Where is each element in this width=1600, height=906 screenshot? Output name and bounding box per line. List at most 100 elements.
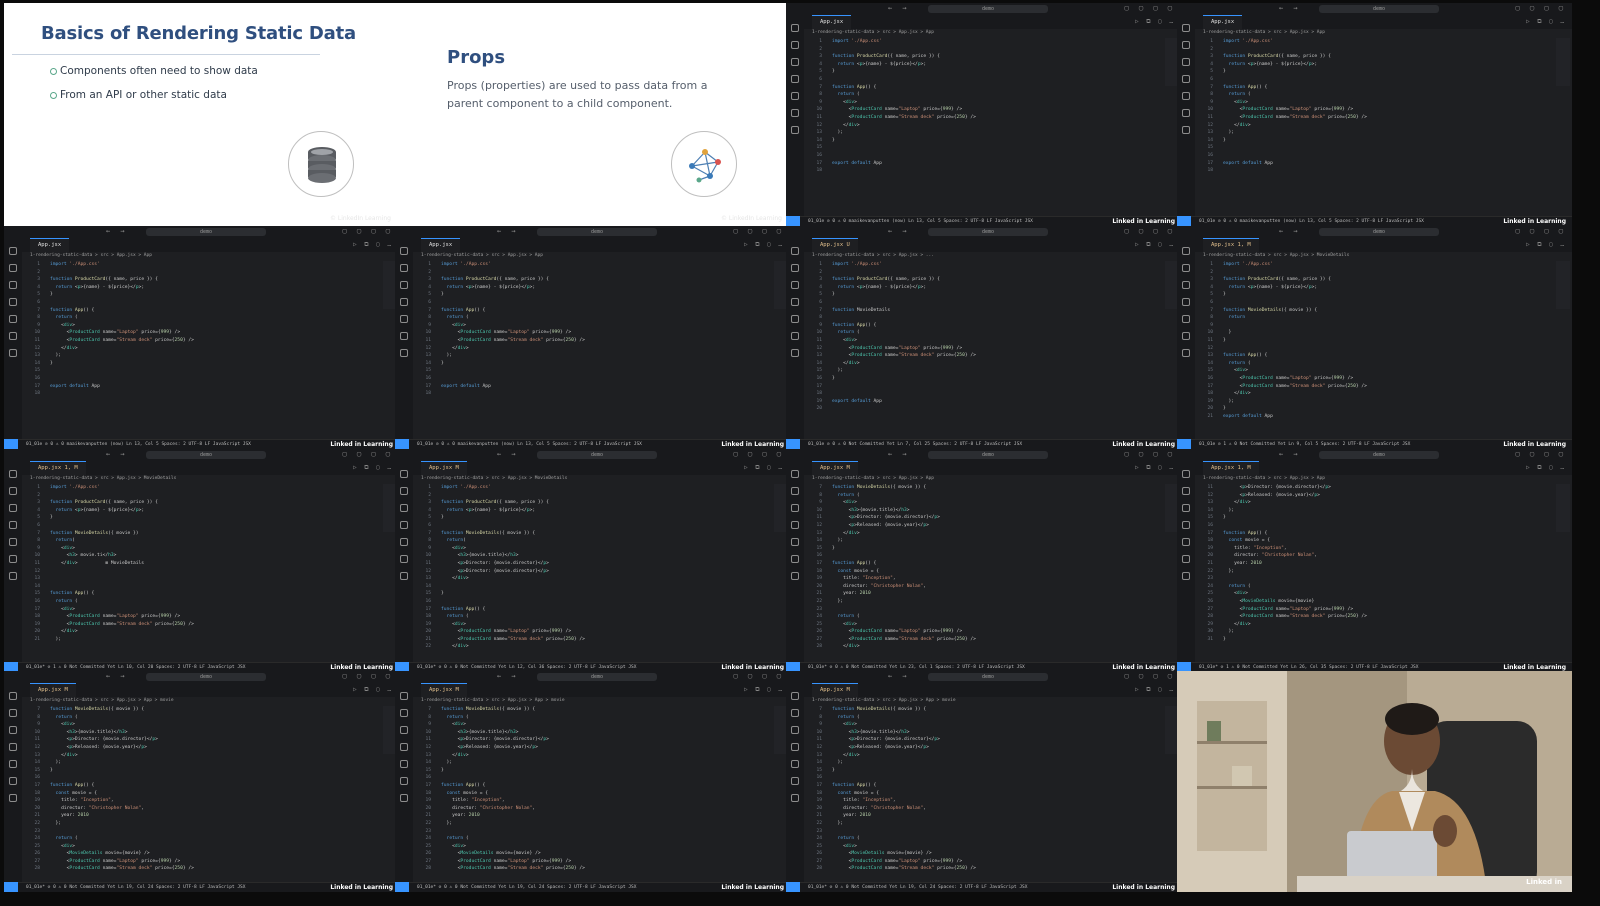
code-area[interactable]: 1 import './App.css' 2 3 function ProductCar… xyxy=(22,261,391,439)
breadcrumb[interactable]: 1-rendering-static-data > src > App.jsx … xyxy=(421,253,543,258)
source-control-icon[interactable] xyxy=(9,504,17,512)
editor-actions[interactable]: ▷ ⧉ ▢ … xyxy=(353,241,393,249)
nav-arrows[interactable]: ← → xyxy=(888,4,910,12)
extensions-icon[interactable] xyxy=(400,760,408,768)
remote-icon[interactable] xyxy=(1182,332,1190,340)
code-area[interactable]: 1 import './App.css' 2 3 function ProductCar… xyxy=(1195,38,1564,216)
layout-buttons[interactable]: ▢ ▢ ▢ ▢ xyxy=(1515,227,1566,235)
breadcrumb[interactable]: 1-rendering-static-data > src > App.jsx … xyxy=(421,476,567,481)
search-icon[interactable] xyxy=(9,487,17,495)
editor-actions[interactable]: ▷ ⧉ ▢ … xyxy=(744,464,784,472)
run-debug-icon[interactable] xyxy=(400,521,408,529)
breadcrumb[interactable]: 1-rendering-static-data > src > App.jsx … xyxy=(812,30,934,35)
code-area[interactable]: 1 import './App.css' 2 3 function ProductCar… xyxy=(413,261,782,439)
code-editor-window[interactable]: ← → demo ▢ ▢ ▢ ▢ App.jsx M ▷ ⧉ ▢ … 1-renderin… xyxy=(786,671,1181,892)
run-debug-icon[interactable] xyxy=(1182,521,1190,529)
editor-actions[interactable]: ▷ ⧉ ▢ … xyxy=(744,686,784,694)
copilot-icon[interactable] xyxy=(1182,349,1190,357)
code-area[interactable]: 7 function MovieDetails({ movie }) {8 ret… xyxy=(22,706,391,882)
explorer-icon[interactable] xyxy=(400,692,408,700)
run-debug-icon[interactable] xyxy=(791,298,799,306)
source-control-icon[interactable] xyxy=(791,281,799,289)
source-control-icon[interactable] xyxy=(9,726,17,734)
editor-tab[interactable]: App.jsx xyxy=(421,238,461,252)
explorer-icon[interactable] xyxy=(9,247,17,255)
breadcrumb[interactable]: 1-rendering-static-data > src > App.jsx … xyxy=(30,476,176,481)
nav-arrows[interactable]: ← → xyxy=(1279,227,1301,235)
explorer-icon[interactable] xyxy=(1182,470,1190,478)
explorer-icon[interactable] xyxy=(1182,24,1190,32)
editor-actions[interactable]: ▷ ⧉ ▢ … xyxy=(1526,464,1566,472)
editor-actions[interactable]: ▷ ⧉ ▢ … xyxy=(353,464,393,472)
source-control-icon[interactable] xyxy=(400,504,408,512)
extensions-icon[interactable] xyxy=(791,92,799,100)
nav-arrows[interactable]: ← → xyxy=(497,450,519,458)
code-area[interactable]: 7 function MovieDetails({ movie }) {8 ret… xyxy=(804,706,1173,882)
editor-actions[interactable]: ▷ ⧉ ▢ … xyxy=(1526,241,1566,249)
code-editor-window[interactable]: ← → demo ▢ ▢ ▢ ▢ App.jsx M ▷ ⧉ ▢ … 1-renderin… xyxy=(4,671,399,892)
command-search-input[interactable]: demo xyxy=(146,673,266,681)
code-editor-window[interactable]: ← → demo ▢ ▢ ▢ ▢ App.jsx M ▷ ⧉ ▢ … 1-renderin… xyxy=(786,449,1181,672)
minimap[interactable] xyxy=(1556,261,1570,309)
remote-icon[interactable] xyxy=(400,332,408,340)
remote-icon[interactable] xyxy=(9,555,17,563)
breadcrumb[interactable]: 1-rendering-static-data > src > App.jsx … xyxy=(812,698,956,703)
editor-tab[interactable]: App.jsx xyxy=(30,238,70,252)
nav-arrows[interactable]: ← → xyxy=(1279,4,1301,12)
code-area[interactable]: 7 function MovieDetails({ movie }) {8 ret… xyxy=(413,706,782,882)
breadcrumb[interactable]: 1-rendering-static-data > src > App.jsx … xyxy=(1203,476,1325,481)
source-control-icon[interactable] xyxy=(791,726,799,734)
breadcrumb[interactable]: 1-rendering-static-data > src > App.jsx … xyxy=(812,476,934,481)
code-area[interactable]: 1 import './App.css' 2 3 function ProductCar… xyxy=(804,261,1173,439)
copilot-icon[interactable] xyxy=(400,794,408,802)
command-search-input[interactable]: demo xyxy=(928,451,1048,459)
nav-arrows[interactable]: ← → xyxy=(106,450,128,458)
search-icon[interactable] xyxy=(791,264,799,272)
remote-indicator[interactable] xyxy=(786,216,800,226)
editor-actions[interactable]: ▷ ⧉ ▢ … xyxy=(1526,18,1566,26)
source-control-icon[interactable] xyxy=(1182,281,1190,289)
nav-arrows[interactable]: ← → xyxy=(888,227,910,235)
extensions-icon[interactable] xyxy=(791,315,799,323)
code-editor-window[interactable]: ← → demo ▢ ▢ ▢ ▢ App.jsx ▷ ⧉ ▢ … 1-rendering-… xyxy=(1177,3,1572,226)
command-search-input[interactable]: demo xyxy=(1319,451,1439,459)
editor-actions[interactable]: ▷ ⧉ ▢ … xyxy=(353,686,393,694)
layout-buttons[interactable]: ▢ ▢ ▢ ▢ xyxy=(1124,4,1175,12)
editor-tab[interactable]: App.jsx M xyxy=(421,683,467,697)
explorer-icon[interactable] xyxy=(791,247,799,255)
search-icon[interactable] xyxy=(791,709,799,717)
explorer-icon[interactable] xyxy=(400,470,408,478)
code-editor-window[interactable]: ← → demo ▢ ▢ ▢ ▢ App.jsx M ▷ ⧉ ▢ … 1-renderin… xyxy=(395,671,790,892)
remote-indicator[interactable] xyxy=(4,882,18,892)
breadcrumb[interactable]: 1-rendering-static-data > src > App.jsx … xyxy=(1203,253,1349,258)
code-area[interactable]: 7 function MovieDetails({ movie }) {8 ret… xyxy=(804,484,1173,662)
code-area[interactable]: 1 import './App.css' 2 3 function ProductCar… xyxy=(804,38,1173,216)
command-search-input[interactable]: demo xyxy=(146,228,266,236)
layout-buttons[interactable]: ▢ ▢ ▢ ▢ xyxy=(1124,672,1175,680)
extensions-icon[interactable] xyxy=(9,538,17,546)
breadcrumb[interactable]: 1-rendering-static-data > src > App.jsx … xyxy=(812,253,934,258)
extensions-icon[interactable] xyxy=(1182,92,1190,100)
remote-indicator[interactable] xyxy=(4,439,18,449)
remote-icon[interactable] xyxy=(400,555,408,563)
remote-indicator[interactable] xyxy=(786,439,800,449)
search-icon[interactable] xyxy=(1182,264,1190,272)
nav-arrows[interactable]: ← → xyxy=(497,227,519,235)
remote-icon[interactable] xyxy=(791,555,799,563)
extensions-icon[interactable] xyxy=(400,315,408,323)
copilot-icon[interactable] xyxy=(400,572,408,580)
extensions-icon[interactable] xyxy=(9,760,17,768)
extensions-icon[interactable] xyxy=(400,538,408,546)
remote-icon[interactable] xyxy=(9,332,17,340)
explorer-icon[interactable] xyxy=(400,247,408,255)
extensions-icon[interactable] xyxy=(9,315,17,323)
layout-buttons[interactable]: ▢ ▢ ▢ ▢ xyxy=(342,227,393,235)
run-debug-icon[interactable] xyxy=(791,743,799,751)
editor-tab[interactable]: App.jsx xyxy=(812,15,852,29)
remote-indicator[interactable] xyxy=(395,882,409,892)
code-area[interactable]: 11 <p>Director: {movie.director}</p> 12 <… xyxy=(1195,484,1564,662)
remote-indicator[interactable] xyxy=(1177,216,1191,226)
explorer-icon[interactable] xyxy=(791,470,799,478)
run-debug-icon[interactable] xyxy=(9,298,17,306)
layout-buttons[interactable]: ▢ ▢ ▢ ▢ xyxy=(1515,4,1566,12)
